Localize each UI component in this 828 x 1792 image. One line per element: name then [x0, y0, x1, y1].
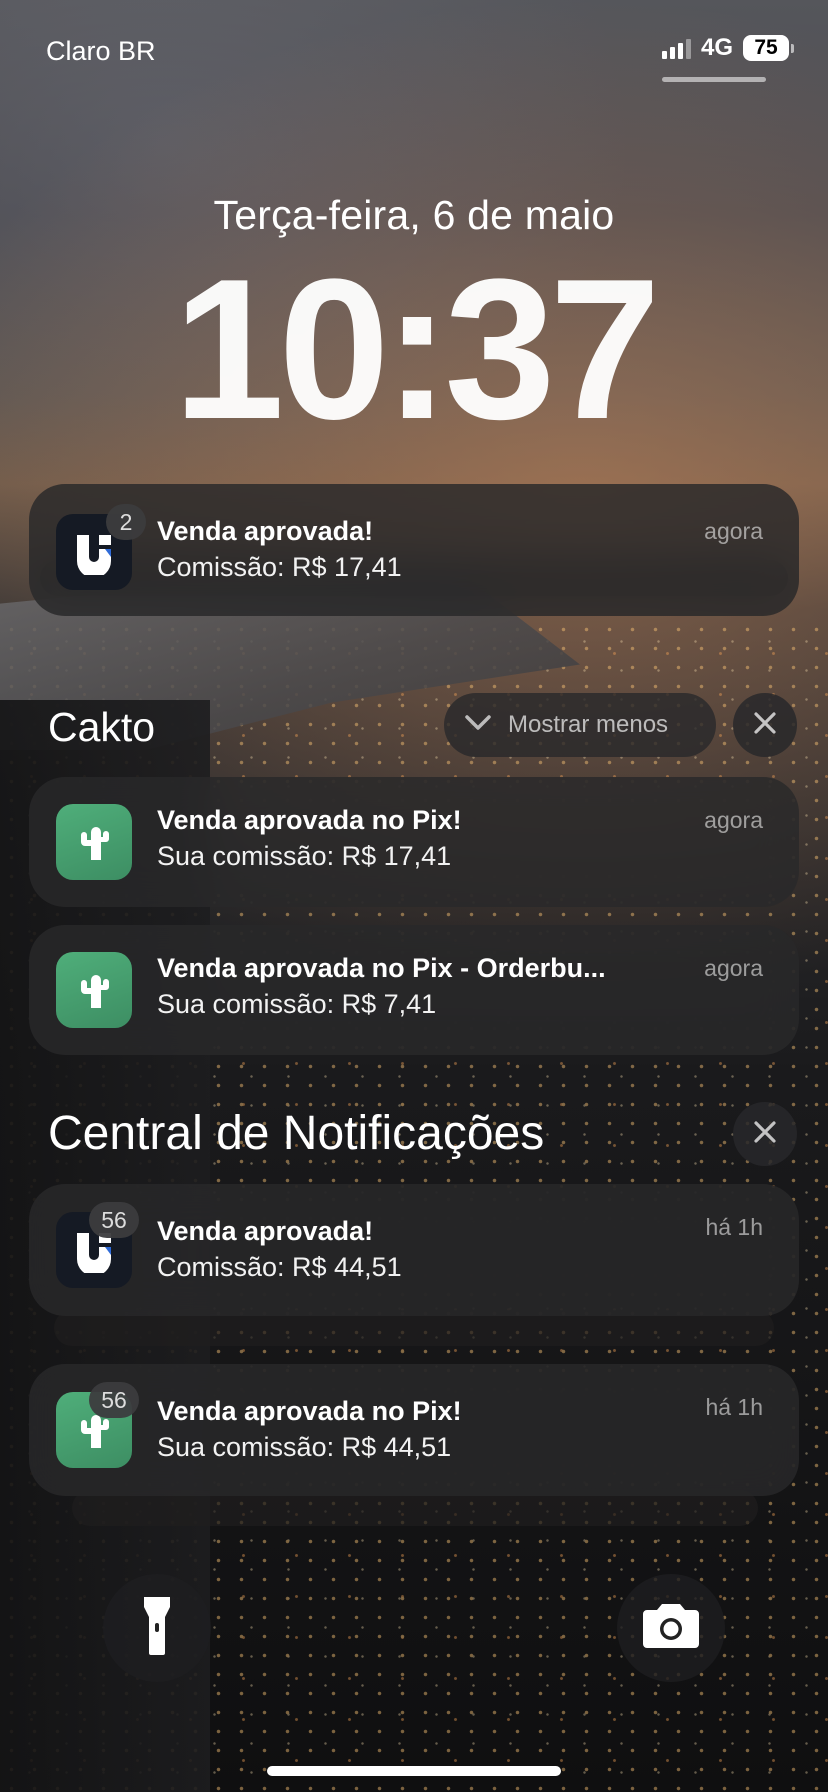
lock-time: 10:37: [173, 238, 661, 461]
notification-center-title: Central de Notificações: [48, 1107, 545, 1160]
close-icon: [753, 711, 777, 740]
status-indicators: 4G 75: [661, 34, 794, 62]
notification-center-close-button[interactable]: [733, 1102, 797, 1166]
cakto-group-close-button[interactable]: [733, 693, 797, 757]
flashlight-button[interactable]: [103, 1574, 211, 1682]
notification-body: Sua comissão: R$ 7,41: [157, 989, 437, 1019]
close-icon: [753, 1120, 777, 1149]
notification-title: Venda aprovada!: [157, 1216, 374, 1246]
notification-count-badge: 56: [89, 1382, 139, 1418]
notification-body: Sua comissão: R$ 44,51: [157, 1432, 452, 1462]
battery-level: 75: [743, 35, 789, 61]
notification-time: há 1h: [705, 1394, 763, 1420]
status-bar: Claro BR 4G 75: [0, 0, 828, 90]
notification-time: há 1h: [705, 1214, 763, 1240]
notification-card[interactable]: 56 Venda aprovada no Pix! Sua comissão: …: [29, 1364, 799, 1496]
notification-card[interactable]: Venda aprovada no Pix! Sua comissão: R$ …: [29, 777, 799, 907]
battery-icon: 75: [743, 35, 794, 61]
signal-icon: [661, 37, 691, 59]
lock-date: Terça-feira, 6 de maio: [213, 192, 615, 238]
flashlight-icon: [142, 1595, 172, 1662]
camera-button[interactable]: [617, 1574, 725, 1682]
home-indicator[interactable]: [267, 1766, 561, 1776]
cakto-app-icon: [56, 952, 132, 1028]
network-type: 4G: [700, 34, 733, 61]
notification-count-badge: 56: [89, 1202, 139, 1238]
notification-card[interactable]: Venda aprovada no Pix - Orderbu... Sua c…: [29, 925, 799, 1055]
control-center-handle[interactable]: [662, 77, 766, 82]
notification-count-badge: 2: [106, 504, 146, 540]
notification-body: Sua comissão: R$ 17,41: [157, 841, 452, 871]
notification-title: Venda aprovada no Pix!: [157, 805, 462, 835]
cakto-app-icon: [56, 804, 132, 880]
notification-card[interactable]: 56 Venda aprovada! Comissão: R$ 44,51 há…: [29, 1184, 799, 1316]
notification-card[interactable]: 2 Venda aprovada! Comissão: R$ 17,41 ago…: [29, 484, 799, 616]
chevron-down-icon: [464, 714, 492, 737]
show-less-button[interactable]: Mostrar menos: [444, 693, 716, 757]
show-less-label: Mostrar menos: [508, 711, 669, 738]
notification-time: agora: [704, 955, 763, 981]
notification-body: Comissão: R$ 17,41: [157, 552, 402, 582]
notification-time: agora: [704, 518, 763, 544]
carrier-name: Claro BR: [46, 36, 156, 66]
notification-body: Comissão: R$ 44,51: [157, 1252, 402, 1282]
notification-time: agora: [704, 807, 763, 833]
notification-title: Venda aprovada no Pix - Orderbu...: [157, 953, 606, 983]
group-title-cakto: Cakto: [48, 704, 156, 750]
camera-icon: [639, 1602, 703, 1655]
notification-title: Venda aprovada no Pix!: [157, 1396, 462, 1426]
notification-title: Venda aprovada!: [157, 516, 374, 546]
